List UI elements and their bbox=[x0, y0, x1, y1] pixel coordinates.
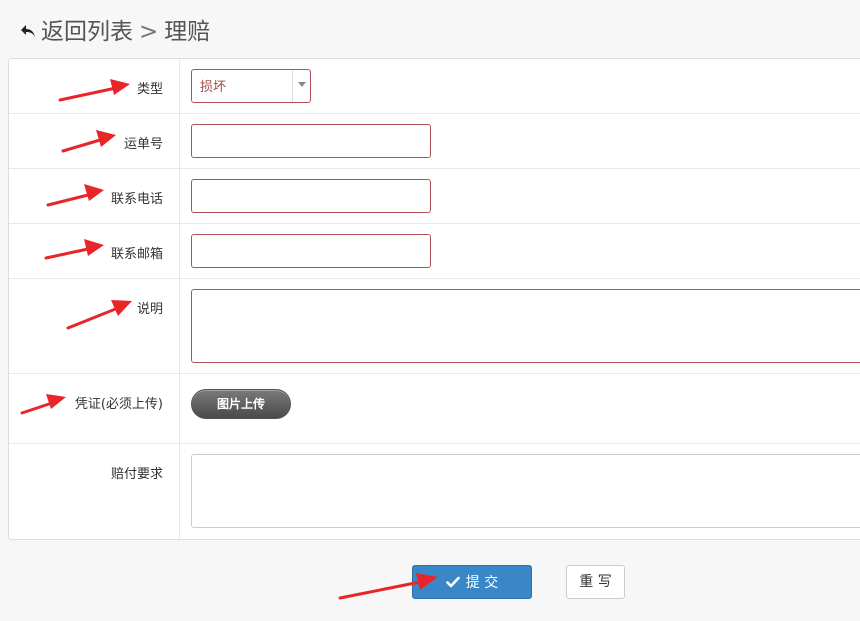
proof-label: 凭证(必须上传) bbox=[74, 397, 163, 412]
claim-label: 赔付要求 bbox=[110, 467, 163, 482]
submit-label: 提 交 bbox=[465, 575, 499, 591]
email-input[interactable] bbox=[191, 234, 431, 268]
form-row-description: 说明 bbox=[9, 279, 860, 374]
claim-textarea[interactable] bbox=[191, 454, 860, 528]
phone-label: 联系电话 bbox=[110, 192, 163, 207]
type-selected-value: 损坏 bbox=[200, 80, 227, 95]
page-header: 返回列表 > 理赔 bbox=[0, 0, 860, 58]
description-textarea[interactable] bbox=[191, 289, 860, 363]
form-row-phone: 联系电话 bbox=[9, 169, 860, 224]
form-row-tracking: 运单号 bbox=[9, 114, 860, 169]
type-label: 类型 bbox=[136, 82, 163, 97]
form-row-proof: 凭证(必须上传) 图片上传 bbox=[9, 374, 860, 444]
description-label: 说明 bbox=[136, 302, 163, 317]
chevron-down-icon bbox=[298, 82, 306, 87]
tracking-label: 运单号 bbox=[123, 137, 163, 152]
submit-button[interactable]: 提 交 bbox=[412, 565, 532, 599]
claim-form: 类型 损坏 运单号 联系电话 联系邮箱 说明 凭证(必须上传) 图片上传 赔付要… bbox=[8, 58, 860, 541]
email-label: 联系邮箱 bbox=[110, 247, 163, 262]
page-title: 理赔 bbox=[164, 19, 211, 45]
back-to-list-link[interactable]: 返回列表 bbox=[41, 19, 133, 45]
type-select[interactable]: 损坏 bbox=[191, 69, 311, 103]
form-row-email: 联系邮箱 bbox=[9, 224, 860, 279]
form-row-type: 类型 损坏 bbox=[9, 59, 860, 114]
image-upload-button[interactable]: 图片上传 bbox=[191, 389, 291, 419]
breadcrumb-separator: > bbox=[139, 19, 159, 45]
check-icon bbox=[445, 576, 460, 588]
form-row-claim: 赔付要求 bbox=[9, 444, 860, 541]
tracking-number-input[interactable] bbox=[191, 124, 431, 158]
phone-input[interactable] bbox=[191, 179, 431, 213]
breadcrumb: 返回列表 > 理赔 bbox=[41, 12, 210, 46]
back-arrow-icon[interactable] bbox=[20, 22, 38, 40]
reset-button[interactable]: 重 写 bbox=[566, 565, 625, 599]
